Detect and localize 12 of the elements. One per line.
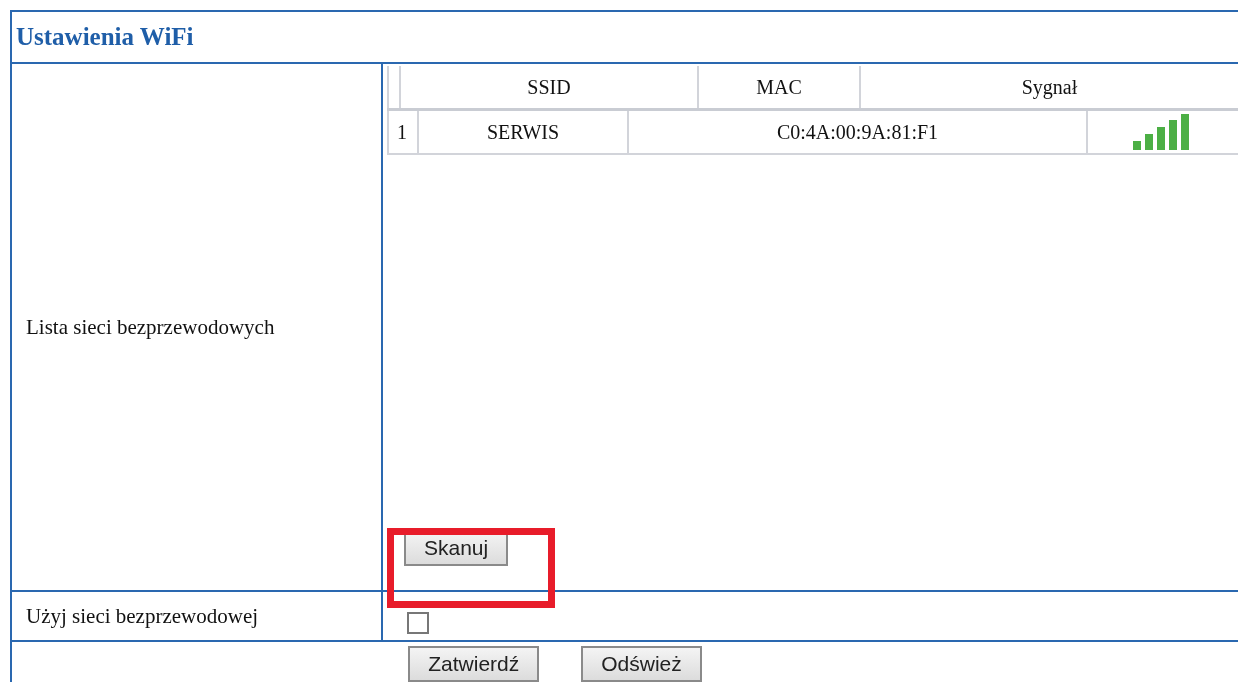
panel-title: Ustawienia WiFi — [12, 12, 1238, 64]
field-label: Użyj sieci bezprzewodowej — [12, 592, 383, 640]
action-button[interactable]: Zatwierdź — [408, 646, 540, 682]
table-cell: 1 — [387, 111, 417, 153]
column-header: SSID — [399, 66, 697, 108]
field-label: Lista sieci bezprzewodowych — [12, 64, 383, 590]
action-button[interactable]: Odśwież — [581, 646, 702, 682]
column-header: Sygnał — [859, 66, 1238, 108]
checkbox[interactable] — [407, 612, 429, 634]
table-cell: C0:4A:00:9A:81:F1 — [627, 111, 1086, 153]
column-header: MAC — [697, 66, 859, 108]
table-cell: SERWIS — [417, 111, 627, 153]
